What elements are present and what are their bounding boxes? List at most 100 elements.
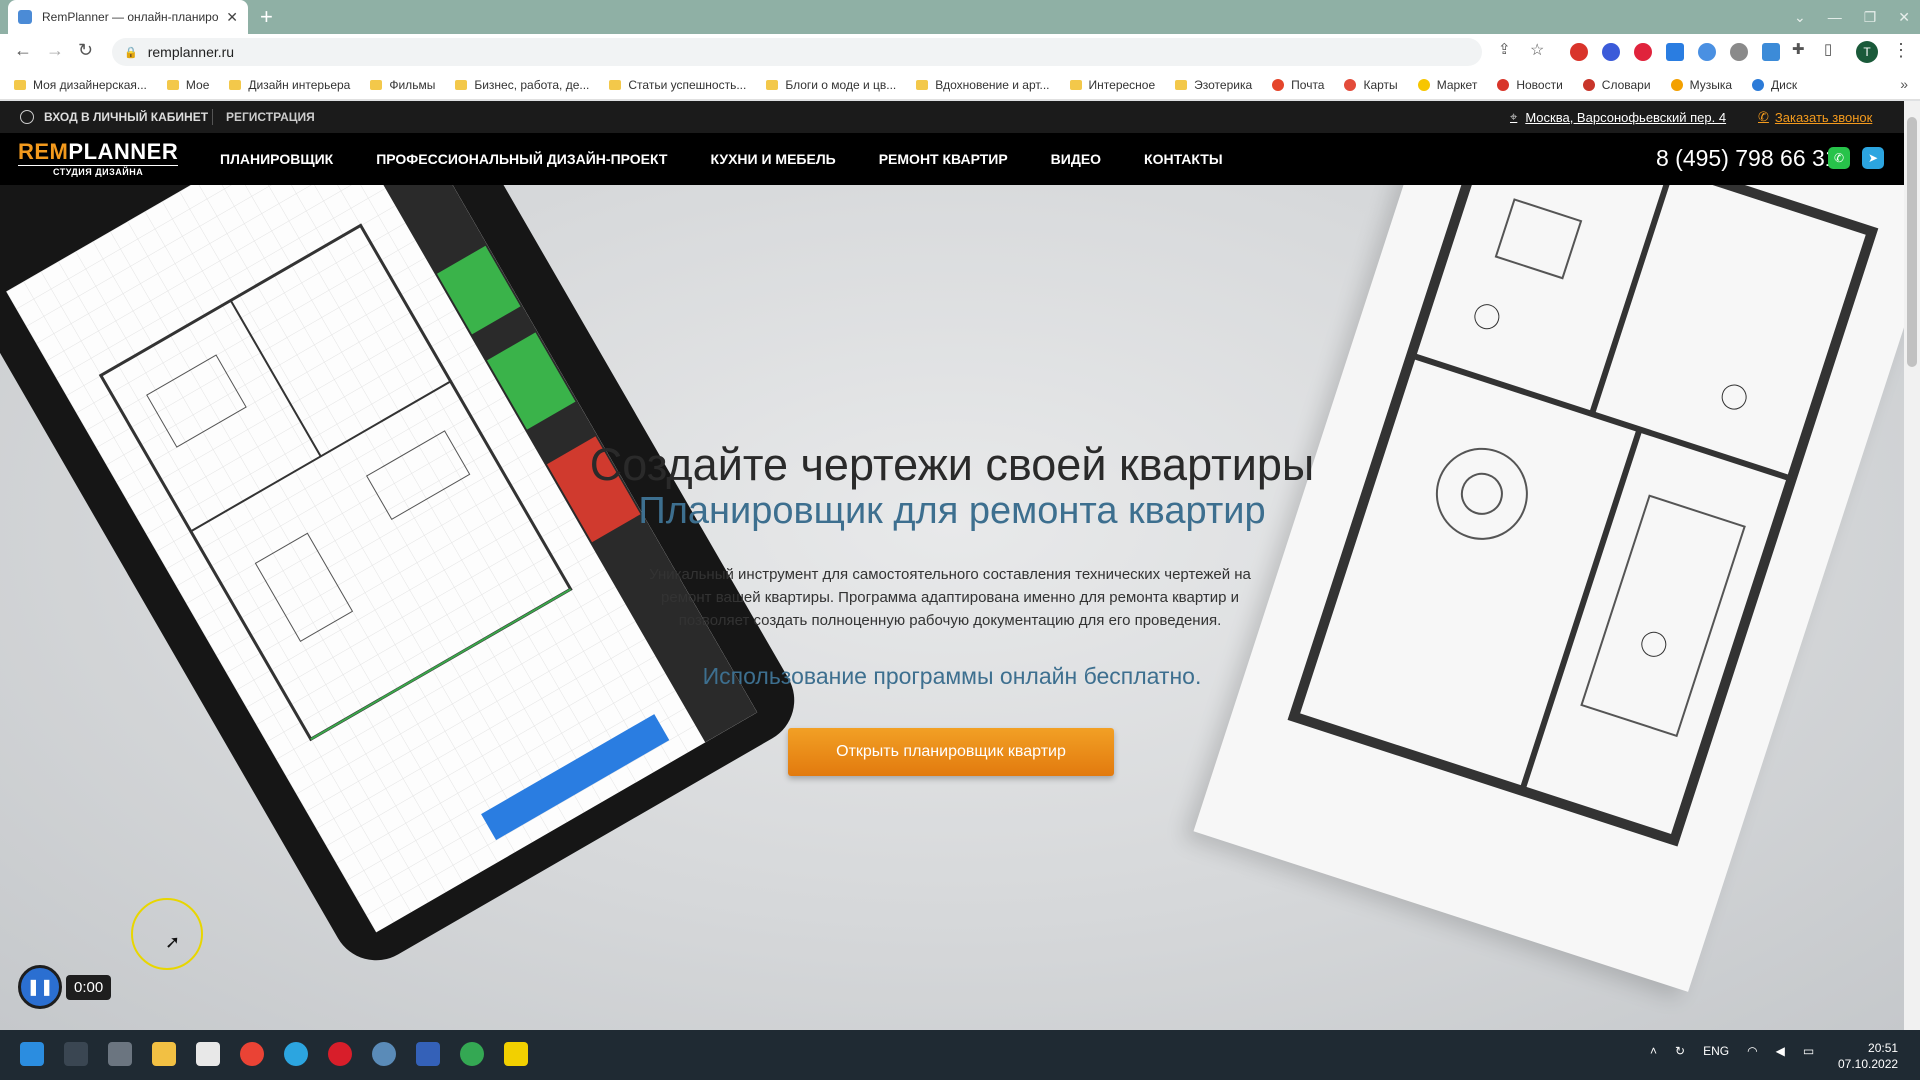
extension-download-icon[interactable] xyxy=(1666,43,1684,61)
new-tab-button[interactable]: + xyxy=(260,4,273,30)
url-field[interactable]: 🔒 remplanner.ru xyxy=(112,38,1482,66)
favicon-icon xyxy=(18,10,32,24)
bookmark-item[interactable]: Дизайн интерьера xyxy=(229,78,350,92)
bookmark-label: Мое xyxy=(185,77,210,92)
open-planner-button[interactable]: Открыть планировщик квартир xyxy=(788,728,1114,776)
minimize-button[interactable]: — xyxy=(1828,9,1842,25)
bookmark-item[interactable]: Диск xyxy=(1752,78,1797,92)
bookmark-item[interactable]: Интересное xyxy=(1069,78,1155,92)
site-logo[interactable]: REMPLANNER СТУДИЯ ДИЗАЙНА xyxy=(18,141,179,177)
bookmark-item[interactable]: Фильмы xyxy=(370,78,435,92)
browser-menu-icon[interactable]: ⋮ xyxy=(1892,40,1910,61)
tab-search-icon[interactable]: ⌄ xyxy=(1794,9,1806,26)
scrollbar-thumb[interactable] xyxy=(1907,117,1917,367)
close-window-button[interactable]: ✕ xyxy=(1898,9,1910,26)
forward-icon[interactable]: → xyxy=(46,40,64,61)
file-explorer-icon[interactable] xyxy=(152,1042,176,1066)
bookmark-star-icon[interactable]: ☆ xyxy=(1530,40,1544,60)
menu-item-design-project[interactable]: ПРОФЕССИОНАЛЬНЫЙ ДИЗАЙН-ПРОЕКТ xyxy=(376,151,667,167)
bookmark-label: Маркет xyxy=(1436,77,1478,92)
reload-icon[interactable]: ↻ xyxy=(78,40,93,61)
bookmark-label: Диск xyxy=(1771,77,1798,92)
whatsapp-icon[interactable]: ✆ xyxy=(1828,147,1850,169)
sync-icon[interactable]: ↻ xyxy=(1675,1044,1685,1058)
menu-item-renovation[interactable]: РЕМОНТ КВАРТИР xyxy=(879,151,1008,167)
profile-avatar[interactable]: T xyxy=(1856,41,1878,63)
lock-icon[interactable]: 🔒 xyxy=(124,46,138,59)
extensions-puzzle-icon[interactable]: ✚ xyxy=(1792,40,1805,58)
folder-icon xyxy=(609,79,622,90)
language-indicator[interactable]: ENG xyxy=(1703,1044,1729,1058)
tray-chevron-icon[interactable]: ˄ xyxy=(1650,1044,1657,1058)
chrome-icon[interactable] xyxy=(240,1042,264,1066)
extension-translate-icon[interactable] xyxy=(1762,43,1780,61)
bookmark-item[interactable]: Эзотерика xyxy=(1175,78,1252,92)
save-app-icon[interactable] xyxy=(416,1042,440,1066)
app-icon[interactable] xyxy=(504,1042,528,1066)
bookmark-item[interactable]: Статьи успешность... xyxy=(609,78,746,92)
bookmark-item[interactable]: Карты xyxy=(1344,78,1398,92)
menu-item-planner[interactable]: ПЛАНИРОВЩИК xyxy=(220,151,333,167)
chrome-profile-icon[interactable] xyxy=(460,1042,484,1066)
phone-icon: ✆ xyxy=(1758,109,1769,124)
bookmark-item[interactable]: Вдохновение и арт... xyxy=(916,77,1050,92)
callback-link[interactable]: ✆ Заказать звонок xyxy=(1758,109,1872,125)
address-link[interactable]: ⌖ Москва, Варсонофьевский пер. 4 xyxy=(1510,109,1726,125)
menu-item-kitchens[interactable]: КУХНИ И МЕБЕЛЬ xyxy=(710,151,835,167)
search-icon[interactable] xyxy=(64,1042,88,1066)
store-icon[interactable] xyxy=(196,1042,220,1066)
menu-item-video[interactable]: ВИДЕО xyxy=(1051,151,1101,167)
login-link[interactable]: ВХОД В ЛИЧНЫЙ КАБИНЕТ xyxy=(20,110,208,124)
opera-icon[interactable] xyxy=(328,1042,352,1066)
bookmark-item[interactable]: Маркет xyxy=(1417,77,1478,92)
extension-adblock-icon[interactable] xyxy=(1570,43,1588,61)
browser-tab[interactable]: RemPlanner — онлайн-планиро ✕ xyxy=(8,0,248,34)
register-link[interactable]: РЕГИСТРАЦИЯ xyxy=(226,110,315,124)
bookmark-item[interactable]: Моя дизайнерская... xyxy=(14,78,147,92)
restore-button[interactable]: ❐ xyxy=(1864,9,1877,26)
site-favicon-icon xyxy=(1582,78,1595,91)
hero-title: Создайте чертежи своей квартиры xyxy=(589,439,1315,490)
telegram-icon[interactable]: ➤ xyxy=(1862,147,1884,169)
recorder-app-icon[interactable] xyxy=(372,1042,396,1066)
floorplan-drawing xyxy=(6,185,758,933)
bookmark-item[interactable]: Блоги о моде и цв... xyxy=(766,78,896,92)
window-controls: ⌄ — ❐ ✕ xyxy=(1794,0,1910,34)
pause-icon[interactable]: ❚❚ xyxy=(18,965,62,1009)
clock[interactable]: 20:51 07.10.2022 xyxy=(1838,1040,1898,1072)
share-icon[interactable]: ⇪ xyxy=(1498,40,1511,58)
extension-pinterest-icon[interactable] xyxy=(1634,43,1652,61)
wifi-icon[interactable]: ◠ xyxy=(1747,1044,1757,1058)
start-icon[interactable] xyxy=(20,1042,44,1066)
bookmark-item[interactable]: Новости xyxy=(1497,77,1563,92)
extension-globe-icon[interactable] xyxy=(1730,43,1748,61)
bookmark-label: Статьи успешность... xyxy=(628,77,747,92)
divider xyxy=(212,109,213,125)
bookmark-label: Вдохновение и арт... xyxy=(935,77,1050,92)
phone-number[interactable]: 8 (495) 798 66 31 xyxy=(1656,145,1838,172)
url-text: remplanner.ru xyxy=(147,44,235,60)
page-scrollbar[interactable] xyxy=(1904,101,1920,1030)
blueprint-paper-image xyxy=(1193,185,1904,992)
bookmark-label: Новости xyxy=(1516,77,1563,92)
bookmark-item[interactable]: Музыка xyxy=(1670,78,1732,92)
telegram-taskbar-icon[interactable] xyxy=(284,1042,308,1066)
browser-tab-strip: RemPlanner — онлайн-планиро ✕ + ⌄ — ❐ ✕ xyxy=(0,0,1920,34)
close-tab-icon[interactable]: ✕ xyxy=(226,9,238,26)
extension-circle-icon[interactable] xyxy=(1602,43,1620,61)
site-navigation: REMPLANNER СТУДИЯ ДИЗАЙНА ПЛАНИРОВЩИК ПР… xyxy=(0,133,1904,185)
bookmark-item[interactable]: Почта xyxy=(1272,78,1324,92)
extension-gear-icon[interactable] xyxy=(1698,43,1716,61)
side-panel-icon[interactable]: ▯ xyxy=(1824,40,1832,58)
bookmarks-overflow-icon[interactable]: » xyxy=(1900,76,1908,92)
task-view-icon[interactable] xyxy=(108,1042,132,1066)
bookmark-item[interactable]: Бизнес, работа, де... xyxy=(455,78,589,92)
back-icon[interactable]: ← xyxy=(14,40,32,61)
battery-icon[interactable]: ▭ xyxy=(1803,1044,1814,1058)
volume-icon[interactable]: ◀ xyxy=(1776,1044,1785,1058)
menu-item-contacts[interactable]: КОНТАКТЫ xyxy=(1144,151,1222,167)
site-favicon-icon xyxy=(1752,78,1765,91)
bookmark-item[interactable]: Словари xyxy=(1582,78,1651,92)
system-tray: ˄ ↻ ENG ◠ ◀ ▭ xyxy=(1650,1044,1814,1058)
bookmark-item[interactable]: Мое xyxy=(166,77,210,92)
